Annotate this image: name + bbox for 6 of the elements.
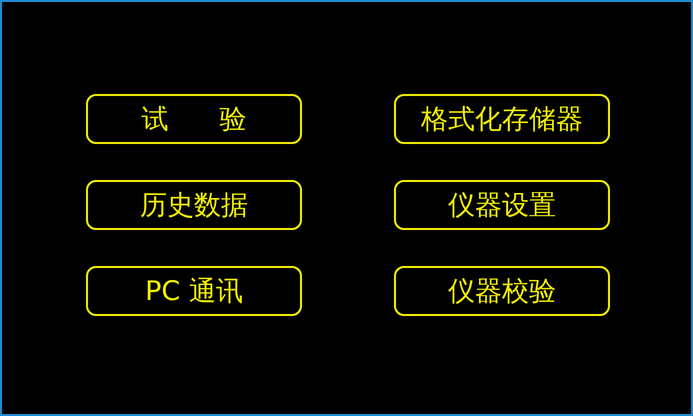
menu-button[interactable]: 历史数据 <box>86 180 302 230</box>
menu-button[interactable]: 格式化存储器 <box>394 94 610 144</box>
menu-button[interactable]: 仪器校验 <box>394 266 610 316</box>
menu-button[interactable]: PC 通讯 <box>86 266 302 316</box>
menu-button[interactable]: 试 验 <box>86 94 302 144</box>
menu-button[interactable]: 仪器设置 <box>394 180 610 230</box>
